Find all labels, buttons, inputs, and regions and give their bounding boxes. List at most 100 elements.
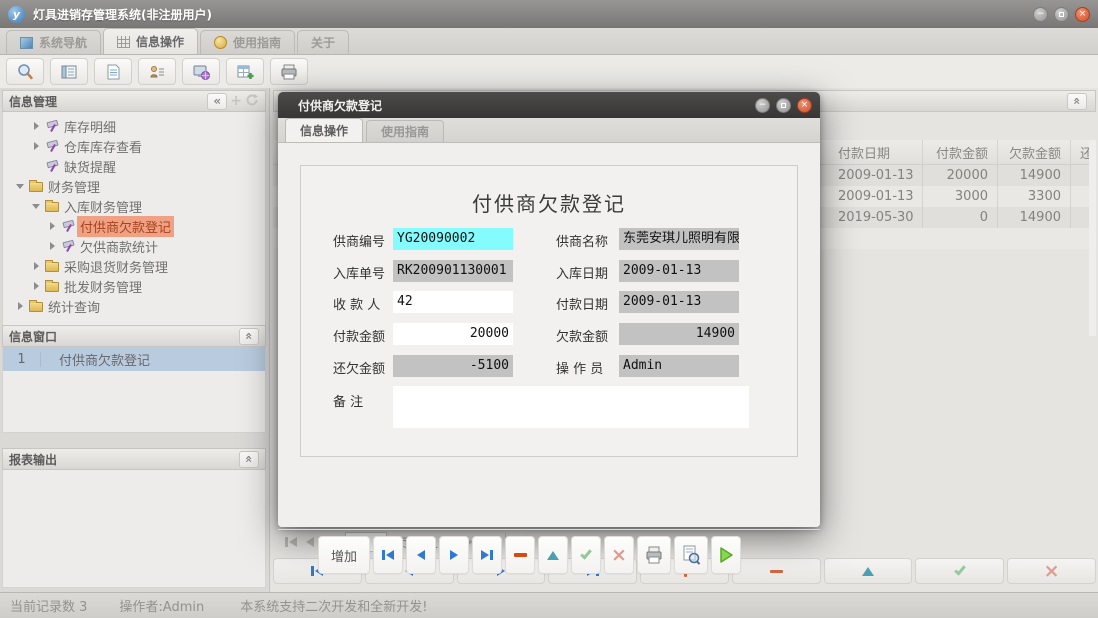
- tree-item-supplier-payment[interactable]: 付供商欠款登记: [3, 215, 265, 237]
- prev-record-button[interactable]: [406, 536, 436, 574]
- add-icon[interactable]: +: [230, 93, 242, 109]
- coin-icon: [214, 36, 228, 49]
- status-message: 本系统支持二次开发和全新开发!: [240, 600, 428, 615]
- delete-record-button[interactable]: [731, 558, 821, 584]
- stockin-date-input[interactable]: 2009-01-13: [619, 260, 739, 282]
- form-heading: 付供商欠款登记: [472, 192, 626, 216]
- tree-item-purchase-return-finance[interactable]: 采购退货财务管理: [3, 256, 265, 276]
- owed-amount-label: 欠款金额: [556, 330, 609, 345]
- supplier-no-input[interactable]: YG20090002: [393, 228, 513, 250]
- minimize-button[interactable]: −: [1033, 6, 1048, 22]
- payee-input[interactable]: 42: [393, 291, 513, 313]
- minus-icon: [769, 569, 783, 573]
- square-icon: [20, 36, 33, 49]
- pay-amount-input[interactable]: 20000: [393, 323, 513, 345]
- edit-record-button[interactable]: [538, 536, 568, 574]
- first-page-icon[interactable]: [285, 537, 297, 547]
- scrollbar-strip[interactable]: [1089, 140, 1096, 336]
- supplier-payment-dialog: 付供商欠款登记 − × 信息操作 使用指南 付供商欠款登记 供商编号 YG200…: [278, 92, 820, 574]
- next-record-button[interactable]: [439, 536, 469, 574]
- tab-info-operations[interactable]: 信息操作: [103, 28, 199, 54]
- play-icon: [720, 547, 733, 563]
- tree-item-supplier-debt-stats[interactable]: 欠供商款统计: [3, 236, 265, 256]
- post-record-button[interactable]: [915, 558, 1005, 584]
- minus-icon: [513, 553, 527, 557]
- collapse-up-icon[interactable]: «: [239, 327, 259, 345]
- folder-icon: [45, 200, 59, 212]
- supplier-no-label: 供商编号: [333, 235, 386, 250]
- first-record-button[interactable]: [373, 536, 403, 574]
- folder-icon: [29, 300, 43, 312]
- icon-toolbar: [0, 55, 1098, 88]
- window-titlebar: y 灯具进销存管理系统(非注册用户) − ×: [0, 0, 1098, 28]
- tree-item-inventory-detail[interactable]: 库存明细: [3, 116, 265, 136]
- edit-record-button[interactable]: [823, 558, 913, 584]
- dialog-close-button[interactable]: ×: [797, 97, 812, 113]
- pay-date-label: 付款日期: [556, 298, 609, 313]
- tab-system-nav[interactable]: 系统导航: [6, 30, 102, 54]
- maximize-button[interactable]: [1054, 6, 1069, 22]
- prev-page-icon[interactable]: [306, 537, 314, 547]
- collapse-up-icon[interactable]: «: [1067, 92, 1087, 110]
- form-icon[interactable]: [50, 58, 88, 85]
- note-input[interactable]: [393, 386, 749, 428]
- column-pay-date: 付款日期: [829, 140, 923, 164]
- search-icon[interactable]: [6, 58, 44, 85]
- printer-icon: [646, 546, 662, 564]
- tool-icon: [45, 159, 60, 173]
- print-button[interactable]: [637, 536, 671, 574]
- cancel-record-button[interactable]: ×: [1007, 558, 1097, 584]
- remaining-input[interactable]: -5100: [393, 355, 513, 377]
- delete-record-button[interactable]: [505, 536, 535, 574]
- post-record-button[interactable]: [571, 536, 601, 574]
- collapse-left-icon[interactable]: «: [207, 92, 228, 110]
- collapse-up-icon[interactable]: «: [239, 450, 259, 468]
- check-icon: [954, 562, 966, 576]
- operator-input[interactable]: Admin: [619, 355, 739, 377]
- run-button[interactable]: [711, 536, 741, 574]
- report-panel-header: 报表输出 «: [2, 448, 266, 470]
- window-list-item[interactable]: 1 付供商欠款登记: [3, 347, 265, 371]
- add-button[interactable]: 增加: [318, 536, 370, 574]
- print-preview-button[interactable]: [674, 536, 708, 574]
- dialog-tab-user-guide[interactable]: 使用指南: [366, 120, 445, 142]
- tree-item-wholesale-finance[interactable]: 批发财务管理: [3, 276, 265, 296]
- tool-icon: [45, 139, 60, 153]
- dialog-tab-info-operations[interactable]: 信息操作: [285, 118, 364, 142]
- tab-about[interactable]: 关于: [297, 30, 350, 54]
- main-tab-bar: 系统导航 信息操作 使用指南 关于: [0, 28, 1098, 55]
- dialog-maximize-button[interactable]: [776, 97, 791, 113]
- stockin-no-input[interactable]: RK200901130001: [393, 260, 513, 282]
- printer-icon[interactable]: [270, 58, 308, 85]
- folder-icon: [45, 260, 59, 272]
- triangle-up-icon: [547, 550, 559, 560]
- table-add-icon[interactable]: [226, 58, 264, 85]
- payee-label: 收 款 人: [333, 298, 381, 313]
- operator-status: 操作者:Admin: [119, 600, 205, 615]
- owed-amount-input[interactable]: 14900: [619, 323, 739, 345]
- last-record-button[interactable]: [472, 536, 502, 574]
- tree-item-statistics-query[interactable]: 统计查询: [3, 296, 265, 316]
- dialog-tab-bar: 信息操作 使用指南: [278, 118, 820, 143]
- tab-user-guide[interactable]: 使用指南: [200, 30, 296, 54]
- tree-item-finance[interactable]: 财务管理: [3, 176, 265, 196]
- monitor-globe-icon[interactable]: [182, 58, 220, 85]
- pay-amount-label: 付款金额: [333, 330, 386, 345]
- dialog-toolbar: 增加 ×: [318, 536, 741, 574]
- dialog-body: 付供商欠款登记 供商编号 YG20090002 供商名称 东莞安琪儿照明有限 入…: [278, 143, 820, 574]
- window-panel-header: 信息窗口 «: [2, 325, 266, 347]
- pay-date-input[interactable]: 2009-01-13: [619, 291, 739, 313]
- document-icon[interactable]: [94, 58, 132, 85]
- grid-icon: [117, 35, 131, 48]
- refresh-icon[interactable]: [245, 93, 259, 110]
- tree-item-stockin-finance[interactable]: 入库财务管理: [3, 196, 265, 216]
- tree-item-shortage-alert[interactable]: 缺货提醒: [3, 156, 265, 176]
- report-output-area: [2, 470, 266, 588]
- supplier-name-input[interactable]: 东莞安琪儿照明有限: [619, 228, 739, 250]
- cancel-record-button[interactable]: ×: [604, 536, 634, 574]
- dialog-minimize-button[interactable]: −: [755, 97, 770, 113]
- print-preview-icon: [683, 545, 701, 565]
- user-list-icon[interactable]: [138, 58, 176, 85]
- close-button[interactable]: ×: [1075, 6, 1090, 22]
- tree-item-warehouse-view[interactable]: 仓库库存查看: [3, 136, 265, 156]
